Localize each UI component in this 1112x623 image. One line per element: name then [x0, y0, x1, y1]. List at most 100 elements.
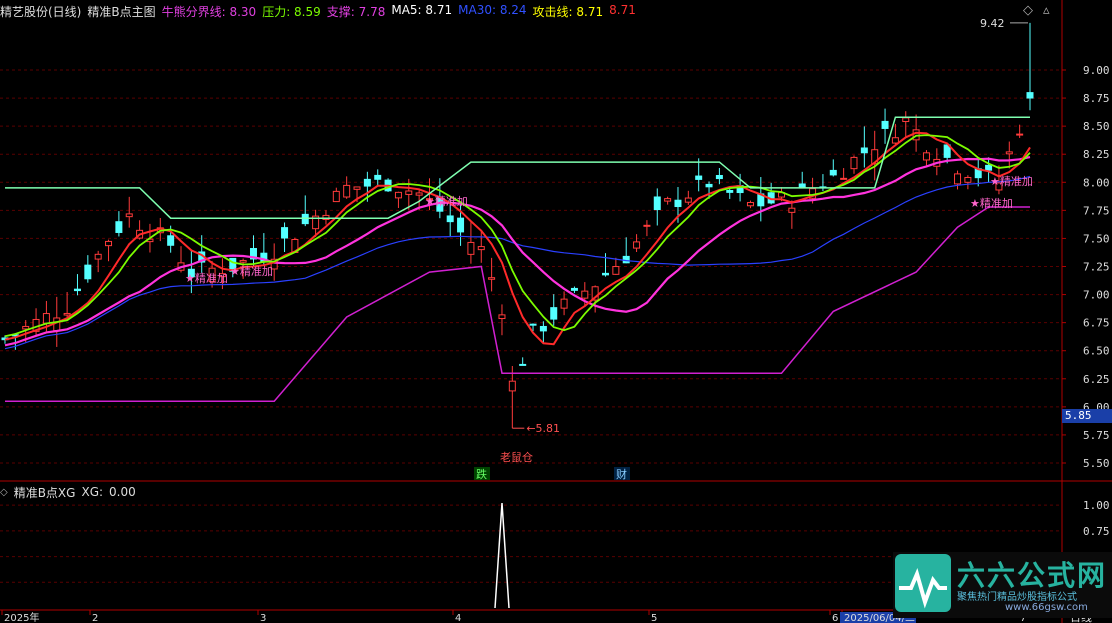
candle-body — [664, 198, 672, 202]
candle-body — [105, 240, 113, 247]
candle-body — [798, 183, 806, 188]
resistance-step-line — [5, 116, 1030, 219]
candle-body — [84, 264, 92, 280]
xg-signal-spike — [494, 502, 510, 609]
indicator-field-3: MA5: 8.71 — [391, 2, 453, 17]
candle-body — [539, 325, 547, 332]
indicator-field-6: 8.71 — [609, 2, 636, 17]
buy-signal-label: ★精准加 — [230, 265, 273, 278]
buy-signal-label: ★精准加 — [185, 272, 228, 285]
candle-body — [1026, 92, 1034, 99]
candle-body — [498, 314, 506, 320]
logo-badge-icon — [895, 554, 951, 612]
main-header: 精艺股份(日线) 精准B点主图 牛熊分界线: 8.30 压力: 8.59 支撑: 7… — [0, 2, 636, 20]
indicator-field-5: 攻击线: 8.71 — [532, 4, 604, 19]
buy-signal-label: ★精准加 — [990, 175, 1033, 188]
candle-body — [643, 224, 651, 227]
tag-fin: 财 — [616, 467, 627, 481]
candle-body — [1016, 133, 1024, 136]
sub-tick-label: 1.00 — [1083, 499, 1110, 512]
indicator-name: 精准B点主图 — [87, 4, 156, 19]
candle-body — [405, 190, 413, 195]
candles — [1, 22, 1034, 429]
candle-body — [394, 191, 402, 199]
candle-body — [343, 184, 351, 198]
candle-body — [881, 120, 889, 129]
candle-body — [622, 255, 630, 264]
candle-body — [94, 253, 102, 260]
candle-body — [457, 217, 465, 233]
candle-body — [353, 186, 361, 190]
time-tick-label: 2 — [92, 613, 98, 623]
watermark-slogan: 聚焦热门精品炒股指标公式 — [957, 592, 1077, 603]
kline-canvas[interactable]: 9.00 8.75 8.50 8.25 8.00 7.75 7.50 7.25 7.00 6.75… — [0, 0, 1112, 623]
price-tick-label: 8.25 — [1083, 148, 1110, 161]
indicator-field-1: 压力: 8.59 — [262, 4, 321, 19]
candle-body — [63, 312, 71, 316]
rat-label: 老鼠仓 — [500, 450, 533, 464]
tag-fall: 跌 — [476, 467, 487, 481]
settings-diamond-icon[interactable]: ◇ — [1023, 3, 1033, 18]
price-tick-label: 6.75 — [1083, 317, 1110, 330]
chart-window: 9.00 8.75 8.50 8.25 8.00 7.75 7.50 7.25 7.00 6.75… — [0, 0, 1112, 623]
stock-name: 精艺股份(日线) — [0, 4, 82, 19]
candle-body — [1005, 151, 1013, 155]
price-tick-label: 7.50 — [1083, 232, 1110, 245]
time-tick-label: 2025年 — [4, 611, 39, 623]
candle-body — [73, 288, 81, 292]
candle-body — [570, 287, 578, 291]
time-tick-label: 4 — [455, 613, 461, 623]
time-tick-label: 3 — [260, 613, 266, 623]
time-tick-label: 6 — [832, 613, 838, 623]
price-tick-label: 8.75 — [1083, 92, 1110, 105]
price-tick-label: 6.50 — [1083, 345, 1110, 358]
candle-body — [829, 169, 837, 176]
candle-body — [850, 156, 858, 170]
price-tick-label: 7.25 — [1083, 261, 1110, 274]
candle-body — [922, 152, 930, 161]
candle-body — [477, 246, 485, 251]
candle-body — [115, 221, 123, 233]
collapse-icon[interactable]: ▵ — [1043, 3, 1050, 18]
watermark-logo: 六六公式网 聚焦热门精品炒股指标公式 www.66gsw.com — [893, 552, 1112, 618]
candle-body — [560, 298, 568, 309]
bull-bear-line — [4, 156, 1031, 347]
price-tick-label: 7.00 — [1083, 289, 1110, 302]
candle-body — [684, 197, 692, 203]
indicator-field-4: MA30: 8.24 — [458, 2, 527, 17]
candle-body — [374, 174, 382, 180]
price-tick-label: 7.75 — [1083, 204, 1110, 217]
candle-body — [550, 307, 558, 320]
sub-xg-label: XG: — [81, 485, 104, 499]
candle-body — [363, 178, 371, 187]
candle-body — [653, 196, 661, 211]
candle-body — [674, 199, 682, 208]
sub-xg-value: 0.00 — [109, 485, 136, 499]
candle-body — [954, 173, 962, 185]
sub-header: ◇ 精准B点XG XG: 0.00 — [0, 484, 136, 500]
candle-body — [446, 215, 454, 223]
candle-body — [42, 313, 50, 324]
candle-body — [167, 235, 175, 246]
candle-body — [125, 213, 133, 218]
candle-body — [508, 380, 516, 392]
candle-body — [581, 290, 589, 299]
sub-toggle-icon[interactable]: ◇ — [0, 487, 8, 498]
indicator-field-2: 支撑: 7.78 — [326, 4, 386, 19]
candle-body — [705, 183, 713, 188]
price-tick-label: 6.25 — [1083, 373, 1110, 386]
time-tick-label: 5 — [651, 613, 657, 623]
high-label: 9.42 — [980, 17, 1005, 30]
indicator-fields: 牛熊分界线: 8.30 压力: 8.59 支撑: 7.78 MA5: 8.71 MA30… — [162, 3, 636, 20]
current-price-tag: 5.85 — [1062, 409, 1112, 423]
indicator-field-0: 牛熊分界线: 8.30 — [161, 4, 257, 19]
candle-body — [301, 213, 309, 225]
candle-body — [902, 117, 910, 123]
candle-body — [602, 272, 610, 276]
candle-body — [891, 137, 899, 144]
candle-body — [985, 164, 993, 171]
candle-body — [415, 192, 423, 196]
buy-signal-label: ★精准加 — [970, 197, 1013, 210]
low-label: ←5.81 — [526, 422, 560, 435]
candle-body — [281, 227, 289, 239]
